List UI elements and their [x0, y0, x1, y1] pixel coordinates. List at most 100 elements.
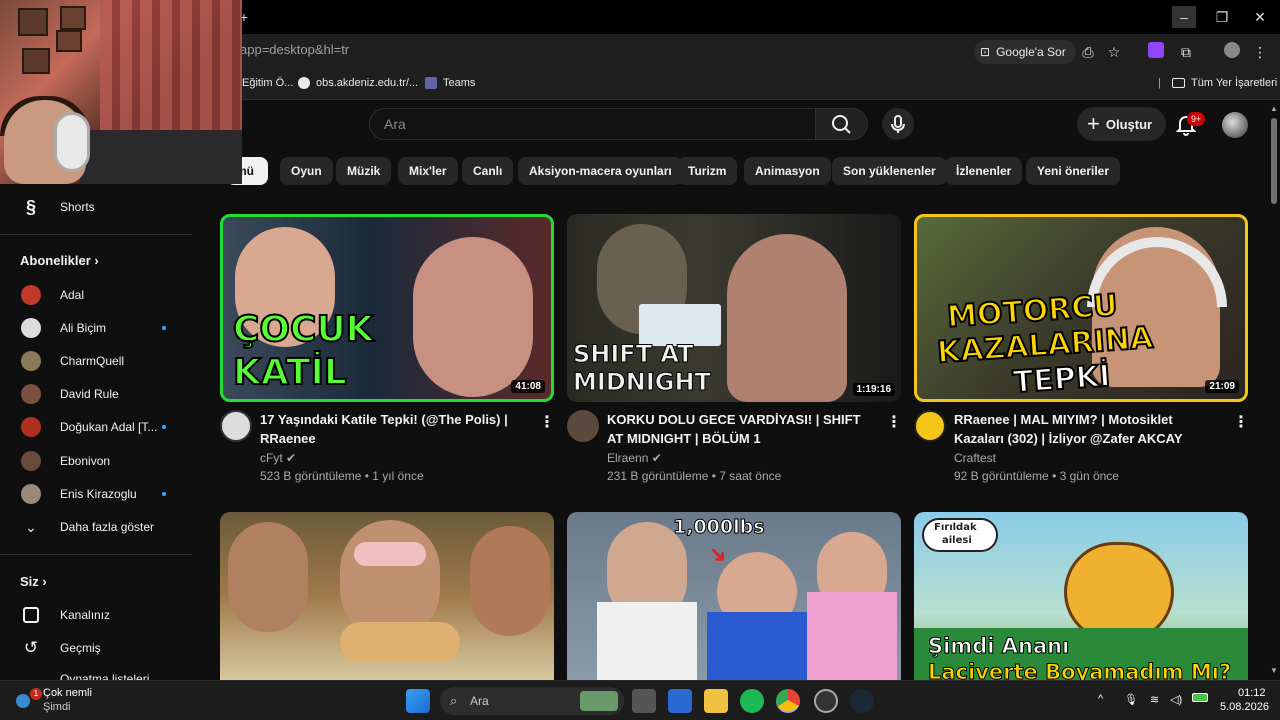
shorts-icon: § — [25, 196, 36, 217]
minimize-button[interactable]: – — [1172, 6, 1196, 28]
obs-icon[interactable] — [814, 689, 838, 713]
channel-avatar[interactable] — [914, 410, 946, 442]
bookmark-star-icon[interactable]: ☆ — [1104, 42, 1124, 62]
all-bookmarks-button[interactable]: Tüm Yer İşaretleri — [1172, 77, 1277, 89]
file-explorer-icon[interactable] — [704, 689, 728, 713]
install-app-icon[interactable]: ⎙ — [1078, 42, 1098, 62]
thumbnail-text: 1,000lbs — [673, 516, 766, 538]
sidebar-item-subscription[interactable]: Adal — [0, 280, 192, 310]
chip-music[interactable]: Müzik — [336, 157, 392, 185]
chip-recently-uploaded[interactable]: Son yüklenenler — [832, 157, 947, 185]
volume-icon[interactable]: ◁) — [1170, 693, 1182, 706]
thumbnail-text: Fırıldak — [934, 522, 977, 533]
sidebar-item-subscription[interactable]: Ali Biçim — [0, 313, 192, 343]
account-avatar[interactable] — [1222, 112, 1248, 138]
sidebar-item-subscription[interactable]: Ebonivon — [0, 446, 192, 476]
windows-start-icon[interactable] — [406, 689, 430, 713]
maximize-button[interactable]: ❐ — [1210, 6, 1234, 28]
video-title[interactable]: KORKU DOLU GECE VARDİYASI! | SHIFT AT MI… — [607, 410, 877, 448]
video-thumbnail[interactable]: ÇOCUK KATİL 41:08 — [220, 214, 554, 402]
video-thumbnail[interactable]: 1,000lbs ➜ — [567, 512, 901, 680]
channel-avatar[interactable] — [567, 410, 599, 442]
extensions-puzzle-icon[interactable]: ⧉ — [1176, 42, 1196, 62]
url-text[interactable]: app=desktop&hl=tr — [240, 42, 349, 57]
bookmark-item[interactable]: obs.akdeniz.edu.tr/... — [298, 77, 418, 89]
store-icon[interactable] — [668, 689, 692, 713]
show-more-button[interactable]: ⌄ Daha fazla göster — [0, 512, 192, 542]
create-label: Oluştur — [1105, 116, 1153, 132]
browser-menu-icon[interactable]: ⋮ — [1250, 42, 1270, 62]
sidebar-item-your-channel[interactable]: Kanalınız — [0, 600, 192, 630]
microphone-icon[interactable]: 🎙 — [1124, 693, 1138, 706]
bookmark-item[interactable]: Eğitim Ö... — [242, 77, 293, 89]
video-thumbnail[interactable]: Fırıldak ailesi Şimdi Ananı Laciverte Bo… — [914, 512, 1248, 680]
clock-date[interactable]: 5.08.2026 — [1220, 701, 1269, 713]
clock-time[interactable]: 01:12 — [1238, 687, 1266, 699]
video-title[interactable]: RRaenee | MAL MIYIM? | Motosiklet Kazala… — [954, 410, 1224, 448]
close-window-button[interactable]: ✕ — [1248, 6, 1272, 28]
spotify-icon[interactable] — [740, 689, 764, 713]
chip-animation[interactable]: Animasyon — [744, 157, 831, 185]
sidebar-item-subscription[interactable]: David Rule — [0, 379, 192, 409]
bookmark-item[interactable]: Teams — [425, 77, 475, 89]
more-actions-icon[interactable]: ⋮ — [1233, 413, 1249, 433]
search-button[interactable] — [816, 108, 868, 140]
chevron-up-icon[interactable]: ^ — [1098, 693, 1103, 705]
chip-watched[interactable]: İzlenenler — [945, 157, 1023, 185]
sidebar-item-shorts[interactable]: § Shorts — [0, 192, 192, 222]
chip-live[interactable]: Canlı — [462, 157, 514, 185]
wifi-icon[interactable]: ≋ — [1150, 693, 1159, 706]
chrome-icon[interactable] — [776, 689, 800, 713]
google-ask-button[interactable]: ⊡ Google'a Sor — [974, 40, 1076, 64]
search-icon: ⌕ — [450, 693, 458, 708]
voice-search-button[interactable] — [882, 108, 914, 140]
picture-frame — [22, 48, 50, 74]
sidebar-item-history[interactable]: ↺ Geçmiş — [0, 633, 192, 663]
battery-icon[interactable] — [1192, 693, 1208, 705]
twitch-extension-icon[interactable] — [1146, 42, 1166, 62]
scroll-up-icon[interactable]: ▲ — [1270, 104, 1278, 113]
video-title[interactable]: 17 Yaşındaki Katile Tepki! (@The Polis) … — [260, 410, 530, 448]
chip-tourism[interactable]: Turizm — [677, 157, 738, 185]
you-heading[interactable]: Siz › — [20, 574, 47, 589]
google-ask-label: Google'a Sor — [996, 45, 1066, 59]
more-actions-icon[interactable]: ⋮ — [886, 413, 902, 433]
channel-name[interactable]: Elraenn ✔ — [607, 451, 662, 465]
chip-action-adventure[interactable]: Aksiyon-macera oyunları — [518, 157, 683, 185]
subscriptions-heading[interactable]: Abonelikler › — [20, 253, 99, 268]
channel-avatar[interactable] — [220, 410, 252, 442]
create-button[interactable]: + Oluştur — [1077, 107, 1167, 141]
face-image — [470, 526, 550, 636]
sidebar-item-subscription[interactable]: Doğukan Adal [T... — [0, 412, 192, 442]
subscription-name: Ali Biçim — [60, 321, 107, 335]
video-thumbnail[interactable]: MOTORCU KAZALARINA TEPKİ 21:09 — [914, 214, 1248, 402]
sidebar-item-subscription[interactable]: Enis Kirazoglu — [0, 479, 192, 509]
scrollbar-thumb[interactable] — [1271, 118, 1277, 204]
shirt-image — [807, 592, 897, 680]
chip-mixes[interactable]: Mix'ler — [398, 157, 458, 185]
task-view-icon[interactable] — [632, 689, 656, 713]
chip-new-to-you[interactable]: Yeni öneriler — [1026, 157, 1121, 185]
all-bookmarks-label: Tüm Yer İşaretleri — [1191, 77, 1278, 89]
sidebar-item-subscription[interactable]: CharmQuell — [0, 346, 192, 376]
thumbnail-text: Şimdi Ananı — [927, 634, 1070, 658]
steam-icon[interactable] — [850, 689, 874, 713]
channel-name[interactable]: cFyt ✔ — [260, 451, 296, 465]
channel-avatar — [20, 450, 42, 472]
profile-icon[interactable] — [1222, 42, 1242, 62]
sidebar-item-label: Kanalınız — [60, 608, 111, 622]
video-thumbnail[interactable] — [220, 512, 554, 680]
channel-name[interactable]: Craftest — [954, 451, 996, 465]
taskbar-search-label: Ara — [470, 694, 489, 708]
video-thumbnail[interactable]: SHIFT AT MIDNIGHT 1:19:16 — [567, 214, 901, 402]
chip-game[interactable]: Oyun — [280, 157, 333, 185]
more-actions-icon[interactable]: ⋮ — [539, 413, 555, 433]
notification-count-badge: 1 — [30, 688, 42, 700]
weather-title: Çok nemli — [43, 687, 92, 699]
scroll-down-icon[interactable]: ▼ — [1270, 666, 1278, 675]
weather-widget[interactable]: 1 — [14, 686, 44, 716]
video-duration: 21:09 — [1205, 380, 1239, 393]
bookmark-label: Teams — [443, 77, 476, 89]
search-input[interactable]: Ara — [369, 108, 816, 140]
sidebar-item-playlists[interactable]: ≡ Oynatma listeleri — [0, 666, 192, 680]
